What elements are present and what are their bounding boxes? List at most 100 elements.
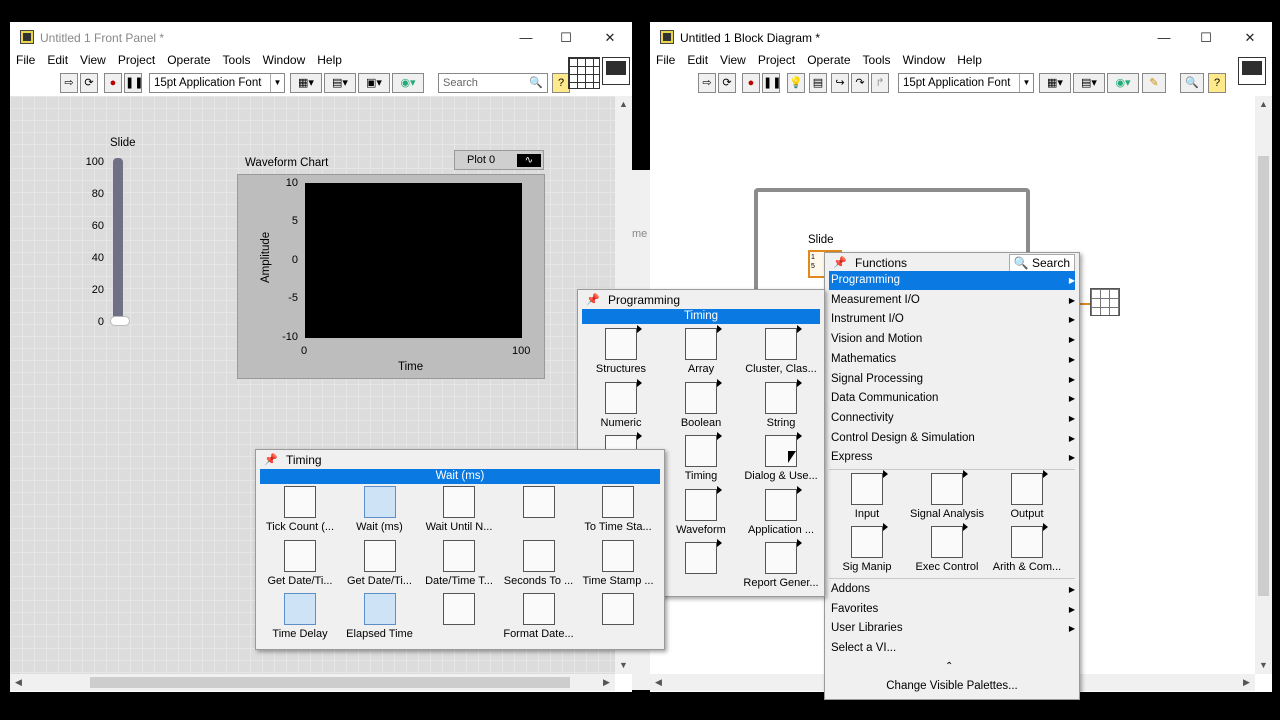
pause-icon[interactable]: ❚❚	[124, 73, 143, 93]
resize-objects-icon[interactable]: ▣▾	[358, 73, 390, 93]
maximize-icon[interactable]: ☐	[1186, 26, 1226, 50]
palette-category-item[interactable]: Data Communication ▶	[829, 389, 1075, 408]
programming-palette-item[interactable]: Waveform	[660, 485, 742, 536]
scroll-right-icon[interactable]: ▶	[1238, 674, 1255, 691]
scroll-left-icon[interactable]: ◀	[650, 674, 667, 691]
menu-window[interactable]: Window	[257, 50, 312, 70]
connector-pane-icon[interactable]	[568, 57, 600, 89]
express-palette-item[interactable]: Output	[987, 470, 1067, 520]
menu-edit[interactable]: Edit	[41, 50, 74, 70]
font-select[interactable]: 15pt Application Font ▼	[898, 73, 1034, 93]
palette-category-item[interactable]: Programming ▶	[829, 271, 1075, 290]
palette-category-item[interactable]: Measurement I/O ▶	[829, 291, 1075, 310]
close-icon[interactable]: ✕	[1230, 26, 1270, 50]
programming-palette-item[interactable]: Structures	[580, 325, 662, 375]
minimize-icon[interactable]: —	[506, 26, 546, 50]
palette-category-item[interactable]: Favorites ▶	[829, 600, 1075, 619]
programming-palette-item[interactable]: String	[740, 378, 822, 429]
menu-operate[interactable]: Operate	[801, 50, 856, 70]
change-visible-palettes-button[interactable]: Change Visible Palettes...	[825, 680, 1079, 692]
menu-project[interactable]: Project	[752, 50, 801, 70]
palette-category-item[interactable]: Connectivity ▶	[829, 409, 1075, 428]
menu-window[interactable]: Window	[897, 50, 952, 70]
programming-palette-item[interactable]: Cluster, Clas...	[740, 325, 822, 375]
palette-category-item[interactable]: Mathematics ▶	[829, 350, 1075, 369]
abort-icon[interactable]: ●	[742, 73, 760, 93]
scroll-up-icon[interactable]: ▲	[1255, 96, 1272, 113]
programming-palette-header[interactable]: 📌 Programming	[578, 290, 824, 310]
abort-icon[interactable]: ●	[104, 73, 122, 93]
reorder-icon[interactable]: ◉▾	[1107, 73, 1139, 93]
horizontal-scroll-thumb[interactable]	[90, 677, 570, 688]
menu-file[interactable]: File	[10, 50, 41, 70]
timing-palette-item[interactable]: Get Date/Ti...	[340, 539, 420, 587]
timing-palette-header[interactable]: 📌 Timing	[256, 450, 664, 470]
pin-icon[interactable]: 📌	[264, 454, 278, 466]
search-input[interactable]: Search 🔍	[438, 73, 548, 93]
timing-palette-item[interactable]	[578, 593, 658, 628]
menu-view[interactable]: View	[714, 50, 752, 70]
wait-function-node[interactable]	[1090, 288, 1120, 316]
timing-palette-item[interactable]	[499, 486, 579, 521]
timing-palette-item[interactable]: Get Date/Ti...	[260, 539, 340, 587]
menu-view[interactable]: View	[74, 50, 112, 70]
retain-wire-values-icon[interactable]: ▤	[809, 73, 827, 93]
chevron-up-icon[interactable]: ⌃	[945, 661, 953, 672]
functions-palette-header[interactable]: 📌 Functions 🔍 Search	[825, 253, 1079, 273]
timing-palette-item[interactable]: Time Delay	[260, 593, 340, 640]
vi-icon[interactable]	[1238, 57, 1266, 85]
menu-help[interactable]: Help	[311, 50, 348, 70]
minimize-icon[interactable]: —	[1144, 26, 1184, 50]
menu-edit[interactable]: Edit	[681, 50, 714, 70]
maximize-icon[interactable]: ☐	[546, 26, 586, 50]
highlight-execution-icon[interactable]: 💡	[787, 73, 805, 93]
pin-icon[interactable]: 📌	[833, 257, 847, 269]
chart-plot-area[interactable]	[305, 183, 522, 338]
express-palette-item[interactable]: Exec Control	[907, 523, 987, 573]
palette-category-item[interactable]: Signal Processing ▶	[829, 370, 1075, 389]
search-icon[interactable]: 🔍	[1180, 73, 1204, 93]
step-into-icon[interactable]: ↪	[831, 73, 849, 93]
font-select[interactable]: 15pt Application Font ▼	[149, 73, 285, 93]
menu-file[interactable]: File	[650, 50, 681, 70]
menu-project[interactable]: Project	[112, 50, 161, 70]
step-out-icon[interactable]: ↱	[871, 73, 889, 93]
chart-legend[interactable]: Plot 0 ∿	[454, 150, 544, 170]
timing-palette-item[interactable]: Time Stamp ...	[578, 539, 658, 587]
palette-search-button[interactable]: 🔍 Search	[1008, 254, 1075, 272]
menu-tools[interactable]: Tools	[857, 50, 897, 70]
clean-up-diagram-icon[interactable]: ✎	[1142, 73, 1166, 93]
vertical-scroll-thumb[interactable]	[1258, 156, 1269, 596]
timing-palette-item[interactable]: Seconds To ...	[499, 539, 579, 587]
scroll-down-icon[interactable]: ▼	[615, 657, 632, 674]
palette-category-item[interactable]: User Libraries ▶	[829, 619, 1075, 638]
palette-category-item[interactable]: Control Design & Simulation ▶	[829, 429, 1075, 448]
palette-category-item[interactable]: Instrument I/O ▶	[829, 310, 1075, 329]
timing-palette-item[interactable]: Tick Count (...	[260, 486, 340, 533]
programming-palette-item[interactable]: Application ...	[740, 485, 822, 536]
programming-palette-item[interactable]: Dialog & Use...	[740, 432, 822, 482]
run-continuously-icon[interactable]: ⟳	[718, 73, 736, 93]
scroll-up-icon[interactable]: ▲	[615, 96, 632, 113]
distribute-objects-icon[interactable]: ▤▾	[1073, 73, 1105, 93]
palette-category-item[interactable]: Select a VI...	[829, 639, 1075, 658]
align-objects-icon[interactable]: ▦▾	[290, 73, 322, 93]
palette-category-item[interactable]: Vision and Motion ▶	[829, 330, 1075, 349]
programming-palette-item[interactable]: Numeric	[580, 378, 662, 429]
programming-palette-item[interactable]: Timing	[660, 432, 742, 482]
run-continuously-icon[interactable]: ⟳	[80, 73, 98, 93]
run-arrow-icon[interactable]: ⇨	[698, 73, 716, 93]
align-objects-icon[interactable]: ▦▾	[1039, 73, 1071, 93]
timing-palette-item[interactable]: Wait (ms)	[340, 486, 420, 533]
programming-palette-item[interactable]: Array	[660, 325, 742, 375]
run-arrow-icon[interactable]: ⇨	[60, 73, 78, 93]
programming-palette-item[interactable]	[660, 539, 742, 577]
help-icon[interactable]: ?	[1208, 73, 1226, 93]
express-palette-item[interactable]: Arith & Com...	[987, 523, 1067, 573]
timing-palette-item[interactable]: Wait Until N...	[419, 486, 499, 533]
scroll-down-icon[interactable]: ▼	[1255, 657, 1272, 674]
close-icon[interactable]: ✕	[590, 26, 630, 50]
express-palette-item[interactable]: Signal Analysis	[907, 470, 987, 520]
timing-palette-item[interactable]: Date/Time T...	[419, 539, 499, 587]
pin-icon[interactable]: 📌	[586, 294, 600, 306]
